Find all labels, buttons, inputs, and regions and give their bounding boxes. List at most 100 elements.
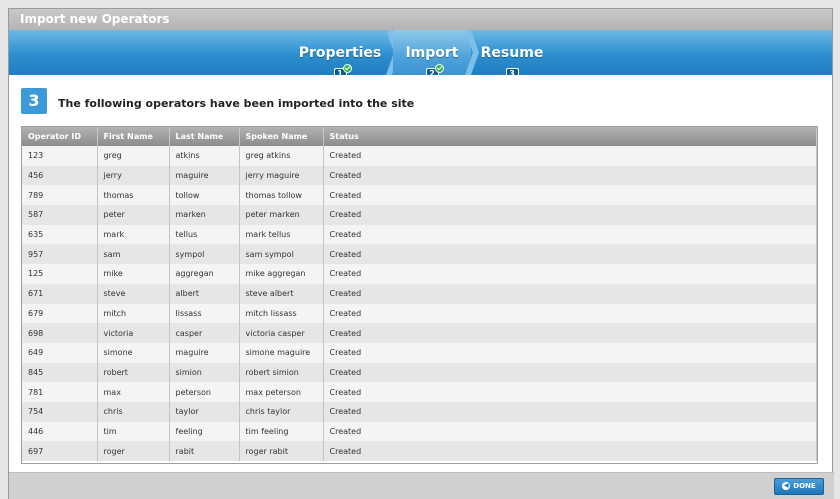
table-row[interactable]: 754 chris taylor chris taylor Created [22,401,817,422]
cell-operator-id: 781 [22,382,98,402]
column-header-operator-id[interactable]: Operator ID [22,127,98,146]
cell-status: Created [323,441,817,461]
footer-bar [9,472,834,499]
wizard-step-properties[interactable]: Properties 1 [294,30,386,75]
cell-spoken-name: max peterson [239,382,324,402]
done-label: DONE [793,482,816,490]
step-number-badge: 1 [333,64,352,75]
cell-first-name: simone [97,342,170,363]
table-row[interactable]: 845 robert simion robert simion Created [22,362,817,383]
table-row[interactable]: 649 simone maguire simone maguire Created [22,342,817,363]
cell-last-name: maguire [169,165,240,186]
table-row[interactable]: 679 mitch lissass mitch lissass Created [22,303,817,324]
cell-last-name: sympol [169,244,240,265]
step-label: Import [405,45,459,61]
wizard-step-import[interactable]: Import 2 [393,30,471,75]
cell-operator-id: 679 [22,303,98,324]
cell-operator-id: 845 [22,362,98,383]
cell-first-name: mitch [97,303,170,324]
step-number-badge: 3 [505,68,519,75]
cell-spoken-name: robert simion [239,362,324,383]
step-heading: 3 The following operators have been impo… [21,88,414,114]
column-header-last-name[interactable]: Last Name [169,127,240,146]
cell-status: Created [323,165,817,186]
table-row[interactable]: 781 max peterson max peterson Created [22,382,817,402]
cell-status: Created [323,244,817,265]
table-row[interactable]: 123 greg atkins greg atkins Created [22,146,817,166]
cell-spoken-name: peter marken [239,205,324,225]
cell-spoken-name: simone maguire [239,342,324,363]
cell-spoken-name: steve albert [239,283,324,304]
check-icon [434,64,444,73]
cell-first-name: mike [97,264,170,284]
cell-status: Created [323,146,817,166]
cell-status: Created [323,323,817,343]
table-row[interactable]: 456 jerry maguire jerry maguire Created [22,165,817,186]
table-row[interactable]: 587 peter marken peter marken Created [22,205,817,225]
operators-table: Operator ID First Name Last Name Spoken … [21,126,818,464]
cell-last-name: peterson [169,382,240,402]
cell-operator-id: 698 [22,323,98,343]
cell-status: Created [323,303,817,324]
arrow-left-icon: ◀ [782,482,791,490]
step-number-badge: 2 [425,64,444,75]
step-label: Properties [298,45,382,61]
column-header-status[interactable]: Status [323,127,817,146]
cell-operator-id: 587 [22,205,98,225]
table-row[interactable]: 957 sam sympol sam sympol Created [22,244,817,265]
cell-status: Created [323,264,817,284]
cell-first-name: max [97,382,170,402]
table-header-row: Operator ID First Name Last Name Spoken … [22,127,817,146]
wizard-steps-bar: Properties 1 Import 2 Resume 3 [9,30,832,75]
cell-status: Created [323,283,817,304]
cell-spoken-name: thomas tollow [239,185,324,206]
cell-first-name: tim [97,421,170,442]
table-row[interactable]: 125 mike aggregan mike aggregan Created [22,264,817,284]
column-header-spoken-name[interactable]: Spoken Name [239,127,324,146]
cell-spoken-name: victoria casper [239,323,324,343]
current-step-number: 3 [21,88,47,114]
step-label: Resume [480,45,544,61]
cell-last-name: tollow [169,185,240,206]
cell-status: Created [323,224,817,245]
cell-last-name: lissass [169,303,240,324]
cell-last-name: taylor [169,401,240,422]
table-row[interactable]: 446 tim feeling tim feeling Created [22,421,817,442]
cell-first-name: thomas [97,185,170,206]
cell-operator-id: 635 [22,224,98,245]
table-row[interactable]: 635 mark tellus mark tellus Created [22,224,817,245]
cell-operator-id: 649 [22,342,98,363]
cell-first-name: peter [97,205,170,225]
cell-status: Created [323,362,817,383]
wizard-step-resume[interactable]: Resume 3 [477,30,547,75]
cell-first-name: sam [97,244,170,265]
cell-status: Created [323,185,817,206]
cell-last-name: atkins [169,146,240,166]
cell-status: Created [323,401,817,422]
cell-spoken-name: chris taylor [239,401,324,422]
step-heading-text: The following operators have been import… [58,96,415,110]
cell-first-name: mark [97,224,170,245]
column-header-first-name[interactable]: First Name [97,127,170,146]
cell-last-name: maguire [169,342,240,363]
cell-last-name: rabit [169,441,240,461]
cell-spoken-name: mark tellus [239,224,324,245]
cell-first-name: greg [97,146,170,166]
table-row[interactable]: 671 steve albert steve albert Created [22,283,817,304]
cell-operator-id: 754 [22,401,98,422]
cell-first-name: steve [97,283,170,304]
cell-last-name: casper [169,323,240,343]
cell-first-name: roger [97,441,170,461]
table-row[interactable]: 789 thomas tollow thomas tollow Created [22,185,817,206]
table-row[interactable]: 697 roger rabit roger rabit Created [22,441,817,461]
done-button[interactable]: ◀ DONE [774,478,824,495]
check-icon [342,64,352,73]
table-row[interactable]: 698 victoria casper victoria casper Created [22,323,817,343]
cell-first-name: chris [97,401,170,422]
cell-last-name: marken [169,205,240,225]
cell-spoken-name: mike aggregan [239,264,324,284]
cell-operator-id: 125 [22,264,98,284]
cell-last-name: aggregan [169,264,240,284]
cell-operator-id: 957 [22,244,98,265]
cell-operator-id: 789 [22,185,98,206]
